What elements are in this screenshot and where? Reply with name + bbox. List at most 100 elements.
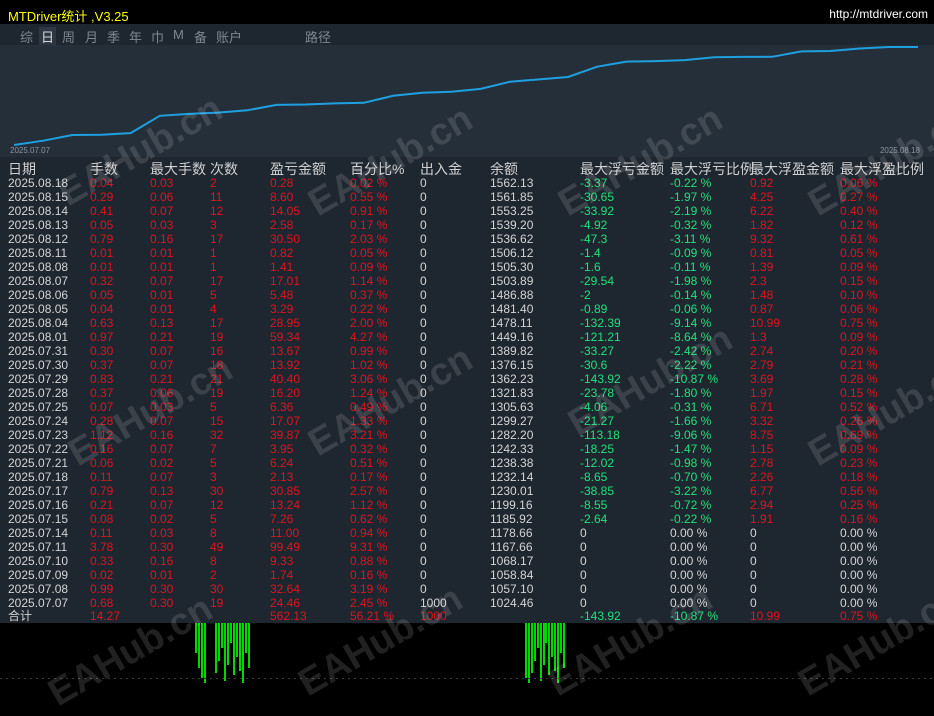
cell-col-8: -30.65 (580, 190, 615, 204)
indicator-baseline-dot (642, 678, 644, 679)
tab-7[interactable]: M (173, 27, 184, 42)
cell-col-6: 0 (420, 484, 427, 498)
table-row[interactable]: 2025.08.14 0.41 0.07 12 14.05 0.91 % 0 1553.25 -… (0, 204, 934, 218)
table-row[interactable]: 2025.07.29 0.83 0.21 21 40.40 3.06 % 0 1362.23 -… (0, 372, 934, 386)
table-row[interactable]: 2025.07.25 0.07 0.03 5 6.36 0.49 % 0 1305.63 -4.… (0, 400, 934, 414)
indicator-bar (204, 623, 206, 683)
tab-2[interactable]: 周 (62, 27, 75, 46)
cell-col-0: 2025.07.14 (8, 526, 69, 540)
table-header: 日期 手数 最大手数 次数 盈亏金额 百分比% 出入金 余额 最大浮亏金额 最大浮亏比例 最大浮盈金… (0, 157, 934, 177)
cell-col-0: 2025.07.28 (8, 386, 69, 400)
cell-col-1: 0.01 (90, 246, 114, 260)
cell-col-7: 1305.63 (490, 400, 534, 414)
cell-col-5: 3.21 % (350, 428, 388, 442)
indicator-baseline-dot (96, 678, 98, 679)
indicator-bar (224, 623, 226, 681)
cell-col-5: 2.03 % (350, 232, 388, 246)
table-row[interactable]: 2025.07.30 0.37 0.07 18 13.92 1.02 % 0 1376.15 -… (0, 358, 934, 372)
indicator-baseline-dot (822, 678, 824, 679)
table-row[interactable]: 2025.08.06 0.05 0.01 5 5.48 0.37 % 0 1486.88 -2 -… (0, 288, 934, 302)
tab-1[interactable]: 日 (39, 27, 57, 46)
cell-col-6: 0 (420, 260, 427, 274)
table-row[interactable]: 2025.08.12 0.79 0.16 17 30.50 2.03 % 0 1536.62 -… (0, 232, 934, 246)
table-row[interactable]: 2025.08.11 0.01 0.01 1 0.82 0.05 % 0 1506.12 -1.… (0, 246, 934, 260)
indicator-baseline-dot (486, 678, 488, 679)
table-row[interactable]: 2025.07.22 0.16 0.07 7 3.95 0.32 % 0 1242.33 -18… (0, 442, 934, 456)
indicator-baseline-dot (510, 678, 512, 679)
cell-col-5: 2.45 % (350, 596, 388, 610)
table-row[interactable]: 2025.07.15 0.08 0.02 5 7.26 0.62 % 0 1185.92 -2.… (0, 512, 934, 526)
tab-6[interactable]: 巾 (151, 27, 164, 46)
indicator-baseline-dot (840, 678, 842, 679)
table-row[interactable]: 2025.07.18 0.11 0.07 3 2.13 0.17 % 0 1232.14 -8.… (0, 470, 934, 484)
indicator-baseline-dot (378, 678, 380, 679)
cell-col-3: 1 (210, 260, 217, 274)
table-row[interactable]: 2025.07.14 0.11 0.03 8 11.00 0.94 % 0 1178.66 0 0… (0, 526, 934, 540)
tab-4[interactable]: 季 (107, 27, 120, 46)
tab-8[interactable]: 备 (194, 27, 207, 46)
cell-col-8: -33.92 (580, 204, 615, 218)
indicator-baseline-dot (918, 678, 920, 679)
cell-col-7: 1478.11 (490, 316, 533, 330)
indicator-bar (560, 623, 562, 653)
tab-10[interactable]: 路径 (305, 27, 331, 46)
indicator-baseline-dot (114, 678, 116, 679)
cell-col-2: 0.03 (150, 218, 174, 232)
table-row[interactable]: 2025.07.24 0.28 0.07 15 17.07 1.33 % 0 1299.27 -… (0, 414, 934, 428)
indicator-bar (543, 623, 545, 665)
table-row[interactable]: 2025.07.10 0.33 0.16 8 9.33 0.88 % 0 1068.17 0 0.… (0, 554, 934, 568)
table-row[interactable]: 2025.08.08 0.01 0.01 1 1.41 0.09 % 0 1505.30 -1.… (0, 260, 934, 274)
cell-col-1: 0.79 (90, 232, 114, 246)
table-row[interactable]: 2025.07.11 3.78 0.30 49 99.49 9.31 % 0 1167.66 0… (0, 540, 934, 554)
table-row[interactable]: 2025.07.23 1.12 0.16 32 39.87 3.21 % 0 1282.20 -… (0, 428, 934, 442)
indicator-baseline-dot (876, 678, 878, 679)
cell-col-5: 0.09 % (350, 260, 388, 274)
cell-col-0: 2025.07.30 (8, 358, 69, 372)
cell-col-6: 0 (420, 372, 427, 386)
cell-col-8: -29.54 (580, 274, 615, 288)
table-row[interactable]: 2025.07.31 0.30 0.07 16 13.67 0.99 % 0 1389.82 -… (0, 344, 934, 358)
indicator-baseline-dot (282, 678, 284, 679)
tab-5[interactable]: 年 (129, 27, 142, 46)
table-row[interactable]: 2025.08.13 0.05 0.03 3 2.58 0.17 % 0 1539.20 -4.… (0, 218, 934, 232)
tab-9[interactable]: 账户 (216, 27, 242, 46)
cell-col-9: -9.06 % (670, 428, 712, 442)
chart-start-date: 2025.07.07 (10, 146, 51, 155)
indicator-baseline-dot (312, 678, 314, 679)
table-row[interactable]: 2025.07.07 0.68 0.30 19 24.46 2.45 % 1000 1024.… (0, 596, 934, 610)
cell-col-5: 0.99 % (350, 344, 388, 358)
indicator-baseline-dot (606, 678, 608, 679)
indicator-baseline-dot (306, 678, 308, 679)
cell-col-1: 0.01 (90, 260, 114, 274)
cell-col-7: 1389.82 (490, 344, 534, 358)
cell-col-10: 2.74 (750, 344, 774, 358)
table-row[interactable]: 2025.08.18 0.04 0.03 2 0.28 0.02 % 0 1562.13 -3.… (0, 176, 934, 190)
cell-col-0: 2025.07.22 (8, 442, 69, 456)
cell-col-6: 0 (420, 246, 427, 260)
cell-col-0: 2025.07.09 (8, 568, 69, 582)
table-row[interactable]: 2025.07.28 0.37 0.06 19 16.20 1.24 % 0 1321.83 -… (0, 386, 934, 400)
indicator-baseline-dot (228, 678, 230, 679)
tab-3[interactable]: 月 (85, 27, 98, 46)
table-row[interactable]: 2025.07.17 0.79 0.13 30 30.85 2.57 % 0 1230.01 -… (0, 484, 934, 498)
table-row[interactable]: 2025.08.04 0.63 0.13 17 28.95 2.00 % 0 1478.11 -… (0, 316, 934, 330)
indicator-baseline-dot (534, 678, 536, 679)
table-row[interactable]: 2025.08.05 0.04 0.01 4 3.29 0.22 % 0 1481.40 -0.… (0, 302, 934, 316)
indicator-baseline-dot (618, 678, 620, 679)
cell-col-9: -2.22 % (670, 358, 712, 372)
table-row[interactable]: 2025.07.09 0.02 0.01 2 1.74 0.16 % 0 1058.84 0 0.… (0, 568, 934, 582)
indicator-baseline-dot (156, 678, 158, 679)
cell-col-6: 0 (420, 274, 427, 288)
indicator-baseline-dot (636, 678, 638, 679)
tab-0[interactable]: 综 (20, 27, 33, 46)
cell-col-1: 0.28 (90, 414, 114, 428)
table-row[interactable]: 2025.07.08 0.99 0.30 30 32.64 3.19 % 0 1057.10 0… (0, 582, 934, 596)
cell-col-2: 0.06 (150, 386, 174, 400)
table-row[interactable]: 2025.08.07 0.32 0.07 17 17.01 1.14 % 0 1503.89 -… (0, 274, 934, 288)
cell-col-11: 0.28 % (840, 372, 878, 386)
table-row[interactable]: 2025.07.16 0.21 0.07 12 13.24 1.12 % 0 1199.16 -… (0, 498, 934, 512)
table-row[interactable]: 2025.07.21 0.06 0.02 5 6.24 0.51 % 0 1238.38 -12… (0, 456, 934, 470)
table-row[interactable]: 2025.08.01 0.97 0.21 19 59.34 4.27 % 0 1449.16 -… (0, 330, 934, 344)
website-link[interactable]: http://mtdriver.com (829, 7, 928, 21)
table-row[interactable]: 2025.08.15 0.29 0.06 11 8.60 0.55 % 0 1561.85 -3… (0, 190, 934, 204)
